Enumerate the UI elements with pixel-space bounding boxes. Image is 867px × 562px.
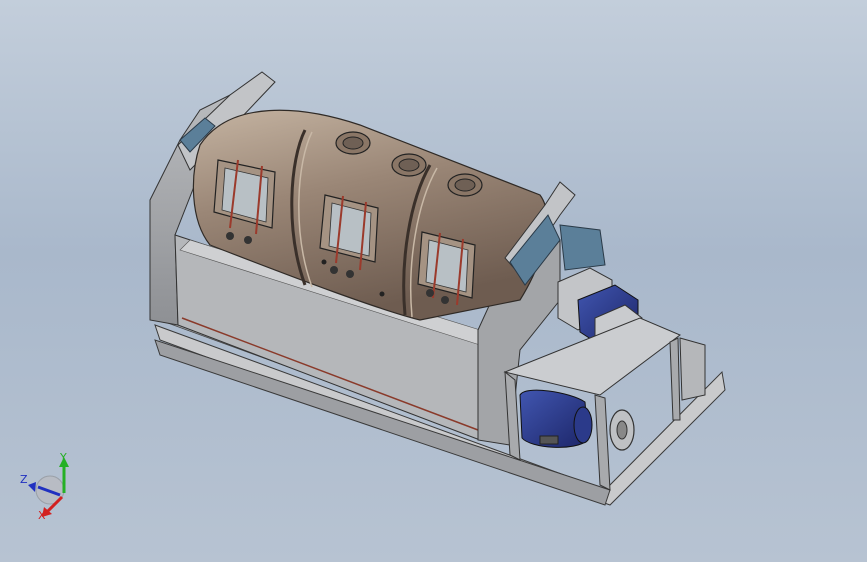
x-axis-label: X — [38, 509, 46, 522]
y-axis-label: Y — [59, 451, 67, 464]
orientation-triad[interactable]: Y Z X — [0, 445, 90, 562]
graphics-viewport[interactable]: Y Z X — [0, 0, 867, 562]
electric-motor — [519, 389, 593, 448]
z-axis-label: Z — [20, 473, 28, 486]
mixer-3d-model[interactable] — [0, 0, 867, 562]
drive-pulley — [609, 409, 635, 451]
